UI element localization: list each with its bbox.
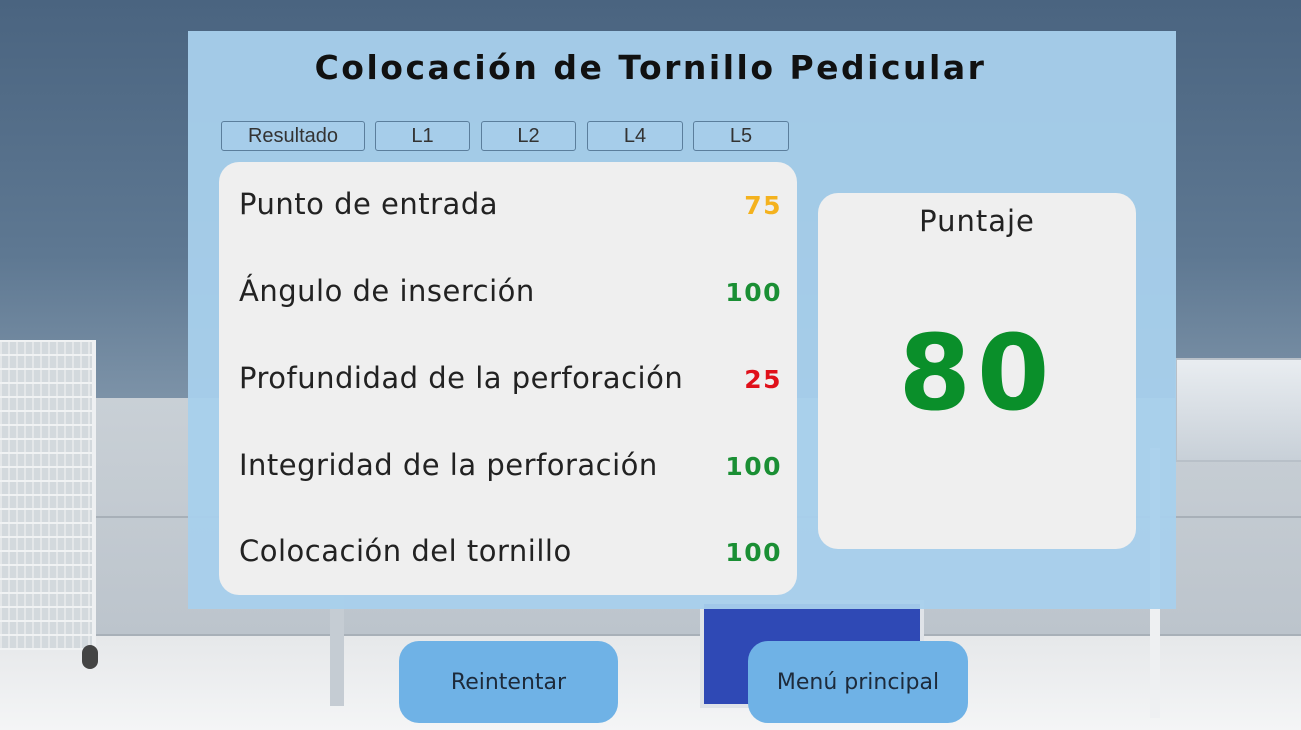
result-label-screw-placement: Colocación del tornillo (239, 534, 572, 568)
tab-resultado[interactable]: Resultado (221, 121, 365, 151)
result-value-entry-point: 75 (744, 191, 782, 220)
result-value-insertion-angle: 100 (725, 278, 782, 307)
game-scene: Colocación de Tornillo Pedicular Resulta… (0, 0, 1301, 730)
score-label: Puntaje (919, 204, 1035, 238)
rack-wheel (82, 645, 98, 669)
result-label-entry-point: Punto de entrada (239, 187, 499, 221)
tab-l1[interactable]: L1 (375, 121, 470, 151)
tab-l2[interactable]: L2 (481, 121, 576, 151)
tab-l5[interactable]: L5 (693, 121, 789, 151)
result-value-drill-depth: 25 (744, 365, 782, 394)
result-value-screw-placement: 100 (725, 538, 782, 567)
background-stand (330, 596, 344, 706)
result-label-insertion-angle: Ángulo de inserción (239, 274, 535, 308)
background-rack (0, 340, 96, 650)
result-label-drill-integrity: Integridad de la perforación (239, 448, 658, 482)
retry-button[interactable]: Reintentar (399, 641, 618, 723)
background-equipment (1175, 358, 1301, 462)
result-label-drill-depth: Profundidad de la perforación (239, 361, 684, 395)
main-menu-button[interactable]: Menú principal (748, 641, 968, 723)
score-value: 80 (898, 312, 1056, 434)
background-floor (0, 636, 1301, 730)
tab-l4[interactable]: L4 (587, 121, 683, 151)
page-title: Colocación de Tornillo Pedicular (314, 48, 987, 87)
result-value-drill-integrity: 100 (725, 452, 782, 481)
